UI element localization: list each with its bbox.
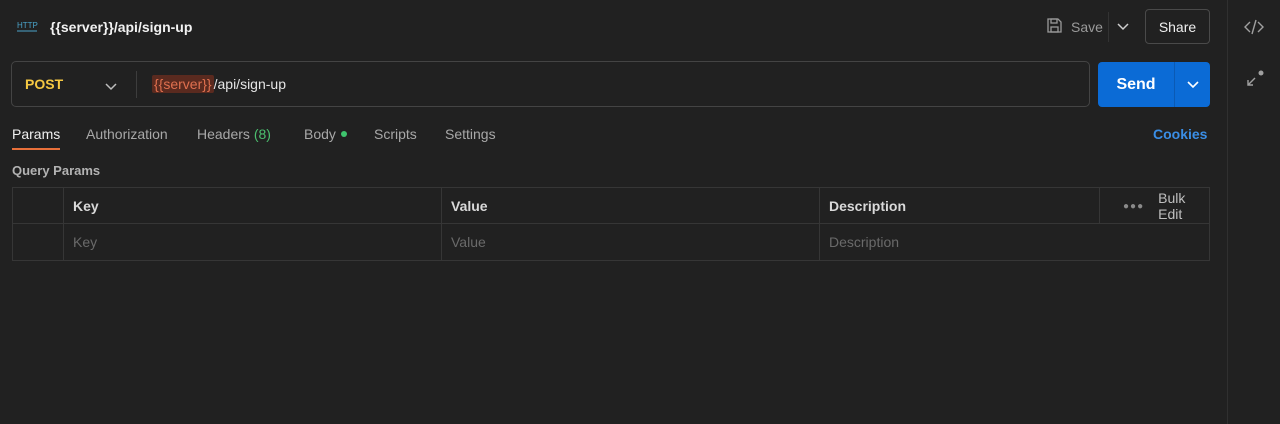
- url-bar: POST {{server}} /api/sign-up: [11, 61, 1090, 107]
- query-params-title: Query Params: [12, 163, 101, 178]
- tab-params[interactable]: Params: [12, 126, 60, 156]
- request-header: HTTP {{server}}/api/sign-up Save Share: [0, 0, 1227, 54]
- bulk-edit-label: Bulk Edit: [1158, 190, 1186, 222]
- tab-body[interactable]: Body: [304, 126, 347, 156]
- divider: [136, 71, 137, 98]
- share-button[interactable]: Share: [1145, 9, 1210, 44]
- value-input[interactable]: Value: [451, 224, 811, 260]
- method-label: POST: [25, 76, 64, 92]
- chevron-down-icon: [105, 78, 117, 96]
- request-tabs: Params Authorization Headers (8) Body Sc…: [0, 120, 1227, 152]
- save-label: Save: [1071, 19, 1103, 35]
- query-params-table: Key Value Description ●●● Bulk Edit Key …: [12, 187, 1210, 261]
- save-button[interactable]: Save: [1040, 12, 1106, 42]
- method-select[interactable]: POST: [12, 62, 136, 106]
- related-collections-icon[interactable]: [1243, 68, 1265, 90]
- chevron-down-icon: [1116, 18, 1129, 36]
- key-input[interactable]: Key: [73, 224, 433, 260]
- tab-scripts[interactable]: Scripts: [374, 126, 417, 156]
- column-header-value: Value: [451, 198, 488, 214]
- chevron-down-icon: [1186, 76, 1199, 94]
- tab-authorization[interactable]: Authorization: [86, 126, 168, 156]
- tab-headers-label: Headers: [197, 126, 250, 142]
- body-status-dot: [340, 131, 347, 138]
- right-sidebar: [1227, 0, 1280, 424]
- svg-text:HTTP: HTTP: [17, 21, 38, 30]
- headers-count: (8): [253, 126, 271, 142]
- bulk-edit-button[interactable]: ●●● Bulk Edit: [1111, 188, 1209, 224]
- table-header-row: Key Value Description ●●● Bulk Edit: [13, 188, 1209, 224]
- request-editor: HTTP {{server}}/api/sign-up Save Share P…: [0, 0, 1227, 424]
- url-variable: {{server}}: [152, 75, 214, 93]
- description-input[interactable]: Description: [829, 224, 1199, 260]
- tab-body-label: Body: [304, 126, 336, 142]
- active-tab-indicator: [12, 148, 60, 150]
- column-header-key: Key: [73, 198, 99, 214]
- http-icon: HTTP: [16, 17, 38, 35]
- url-input[interactable]: {{server}} /api/sign-up: [152, 62, 286, 106]
- save-options-button[interactable]: [1108, 12, 1136, 42]
- save-icon: [1046, 17, 1063, 37]
- cookies-link[interactable]: Cookies: [1153, 126, 1207, 142]
- column-header-description: Description: [829, 198, 907, 214]
- send-options-button[interactable]: [1174, 62, 1210, 107]
- send-button[interactable]: Send: [1098, 62, 1174, 107]
- tab-headers[interactable]: Headers (8): [197, 126, 271, 156]
- more-options-icon: ●●●: [1123, 200, 1145, 212]
- tab-settings[interactable]: Settings: [445, 126, 496, 156]
- request-title[interactable]: {{server}}/api/sign-up: [50, 19, 192, 35]
- url-path: /api/sign-up: [213, 76, 286, 92]
- code-icon[interactable]: [1243, 16, 1265, 38]
- table-row: Key Value Description: [13, 224, 1209, 260]
